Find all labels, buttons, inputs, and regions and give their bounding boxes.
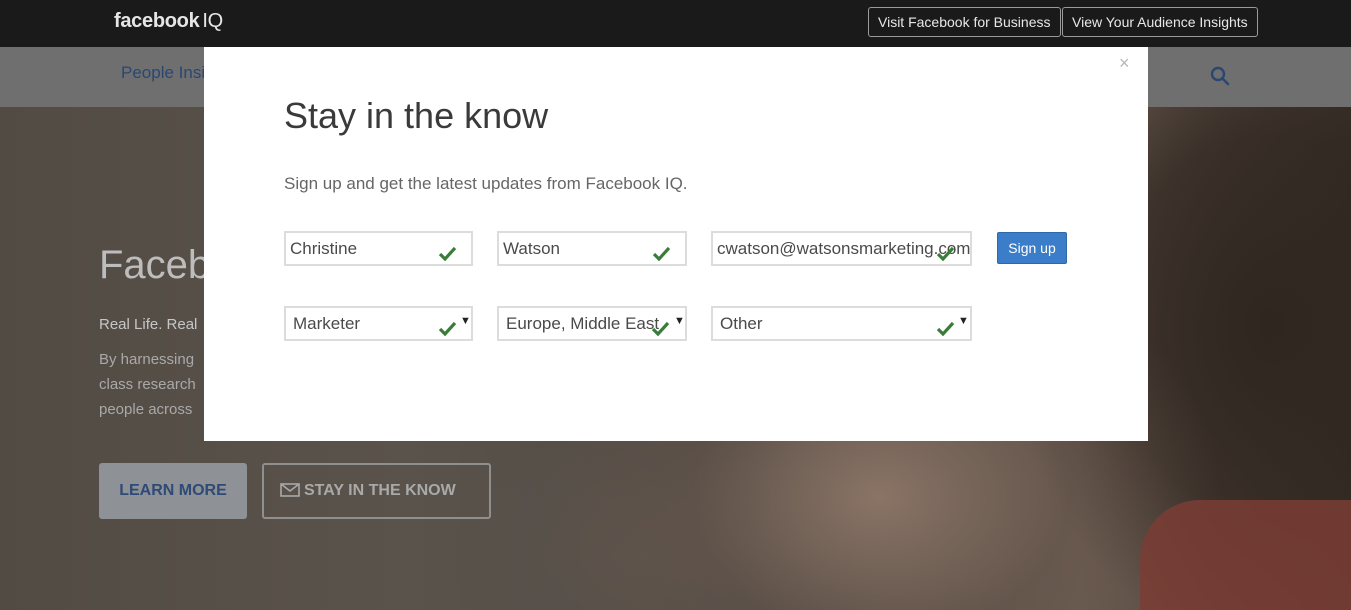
- last-name-field[interactable]: Watson: [497, 231, 687, 266]
- first-name-value: Christine: [290, 239, 358, 258]
- mail-icon: [280, 483, 300, 497]
- role-select[interactable]: Marketer ▼: [284, 306, 473, 341]
- signup-modal: × Stay in the know Sign up and get the l…: [204, 47, 1148, 441]
- modal-subtitle: Sign up and get the latest updates from …: [284, 174, 688, 193]
- modal-title: Stay in the know: [284, 95, 549, 136]
- email-value: cwatson@watsonsmarketing.com: [717, 239, 971, 258]
- dropdown-caret-icon: ▼: [460, 315, 471, 327]
- facebook-iq-logo[interactable]: facebook IQ: [114, 10, 223, 33]
- view-audience-insights-button[interactable]: View Your Audience Insights: [1062, 7, 1258, 37]
- dropdown-caret-icon: ▼: [674, 315, 685, 327]
- top-navigation-bar: facebook IQ Visit Facebook for Business V…: [0, 0, 1351, 47]
- other-select[interactable]: Other ▼: [711, 306, 972, 341]
- hero-title: Faceb: [99, 243, 211, 287]
- region-select[interactable]: Europe, Middle East ▼: [497, 306, 687, 341]
- role-value: Marketer: [293, 314, 361, 333]
- first-name-field[interactable]: Christine: [284, 231, 473, 266]
- email-field[interactable]: cwatson@watsonsmarketing.com: [711, 231, 972, 266]
- other-value: Other: [720, 314, 763, 333]
- stay-in-the-know-label: STAY IN THE KNOW: [304, 482, 456, 499]
- last-name-value: Watson: [503, 239, 561, 258]
- stay-in-the-know-button[interactable]: STAY IN THE KNOW: [262, 463, 491, 519]
- visit-facebook-for-business-button[interactable]: Visit Facebook for Business: [868, 7, 1061, 37]
- region-value: Europe, Middle East: [506, 314, 660, 333]
- hero-tagline: Real Life. Real: [99, 316, 198, 333]
- checkmark-icon: [438, 321, 457, 336]
- hero-body-line: people across: [99, 401, 193, 418]
- dropdown-caret-icon: ▼: [958, 315, 969, 327]
- checkmark-icon: [936, 321, 955, 336]
- logo-suffix-text: IQ: [202, 10, 223, 32]
- nav-link-people-insights[interactable]: People Insi: [121, 63, 205, 83]
- hero-body-line: class research: [99, 376, 196, 393]
- close-icon[interactable]: ×: [1119, 53, 1130, 74]
- checkmark-icon: [651, 321, 670, 336]
- search-icon[interactable]: [1210, 66, 1230, 86]
- logo-main-text: facebook: [114, 10, 200, 32]
- sign-up-button[interactable]: Sign up: [997, 232, 1067, 264]
- learn-more-button[interactable]: LEARN MORE: [99, 463, 247, 519]
- hero-image-detail: [1140, 500, 1351, 610]
- checkmark-icon: [438, 246, 457, 261]
- checkmark-icon: [936, 246, 955, 261]
- hero-body-line: By harnessing: [99, 351, 195, 368]
- checkmark-icon: [652, 246, 671, 261]
